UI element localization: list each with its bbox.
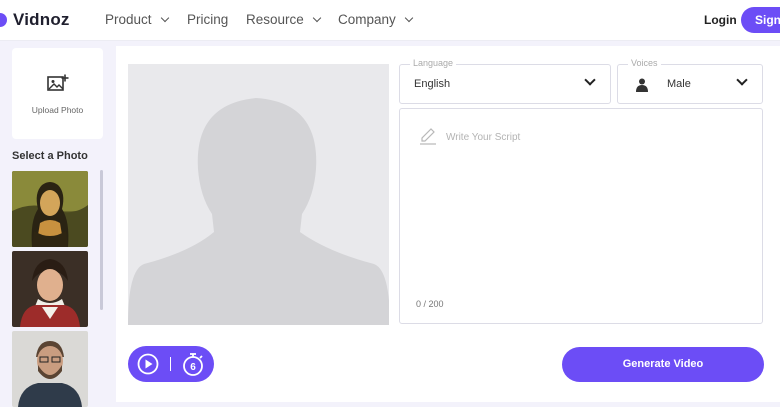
nav-company[interactable]: Company [338, 12, 414, 27]
bearded-man-image [12, 331, 88, 407]
pencil-icon [420, 128, 436, 145]
mona-lisa-image [12, 171, 88, 247]
signup-label: Sign [755, 13, 780, 27]
image-plus-icon [47, 74, 69, 91]
nav-pricing-label: Pricing [187, 12, 229, 27]
top-navbar: Vidnoz Product Pricing Resource Company … [0, 0, 780, 41]
chevron-down-icon [160, 13, 169, 23]
chevron-down-icon [584, 74, 596, 86]
chevron-down-icon [736, 74, 748, 86]
person-icon [636, 78, 648, 92]
signup-button[interactable]: Sign [741, 7, 780, 33]
generate-video-button[interactable]: Generate Video [562, 347, 764, 382]
logo-mark-icon [0, 13, 7, 27]
script-textarea[interactable]: Write Your Script 0 / 200 [399, 108, 763, 324]
login-link[interactable]: Login [704, 13, 737, 27]
chevron-down-icon [404, 13, 414, 23]
generate-video-label: Generate Video [622, 358, 704, 370]
upload-photo-button[interactable]: Upload Photo [12, 48, 103, 139]
nav-company-label: Company [338, 12, 396, 27]
language-legend: Language [410, 58, 457, 68]
avatar-preview [128, 64, 389, 325]
nav-product-label: Product [105, 12, 152, 27]
upload-photo-label: Upload Photo [31, 105, 84, 115]
voices-legend: Voices [628, 58, 661, 68]
nav-pricing[interactable]: Pricing [187, 12, 228, 27]
photo-thumbnail-napoleon[interactable] [12, 251, 88, 327]
select-photo-heading: Select a Photo [12, 150, 88, 162]
voices-select[interactable]: Voices Male [617, 58, 763, 104]
play-icon[interactable] [137, 353, 159, 375]
timer-icon[interactable]: 6 [181, 351, 205, 377]
nav-resource-label: Resource [246, 12, 304, 27]
vidnoz-logo[interactable]: Vidnoz [0, 10, 70, 30]
chevron-down-icon [312, 13, 322, 23]
script-char-count: 0 / 200 [416, 299, 444, 309]
photo-thumbnail-mona-lisa[interactable] [12, 171, 88, 247]
logo-text: Vidnoz [13, 10, 70, 29]
language-value: English [414, 78, 451, 90]
nav-product[interactable]: Product [105, 12, 169, 27]
avatar-editor-panel: Language English Voices Male Write Your … [116, 46, 780, 402]
script-placeholder: Write Your Script [446, 132, 521, 143]
playback-controls: 6 [128, 346, 214, 382]
photo-sidebar: Upload Photo Select a Photo [0, 42, 110, 407]
photo-thumbnail-bearded-man[interactable] [12, 331, 88, 407]
controls-divider [170, 357, 171, 371]
nav-resource[interactable]: Resource [246, 12, 322, 27]
voices-value: Male [667, 78, 691, 90]
napoleon-image [12, 251, 88, 327]
timer-value: 6 [190, 362, 196, 373]
avatar-placeholder-icon [128, 98, 389, 325]
photo-list-scrollbar[interactable] [100, 170, 103, 310]
language-select[interactable]: Language English [399, 58, 611, 104]
